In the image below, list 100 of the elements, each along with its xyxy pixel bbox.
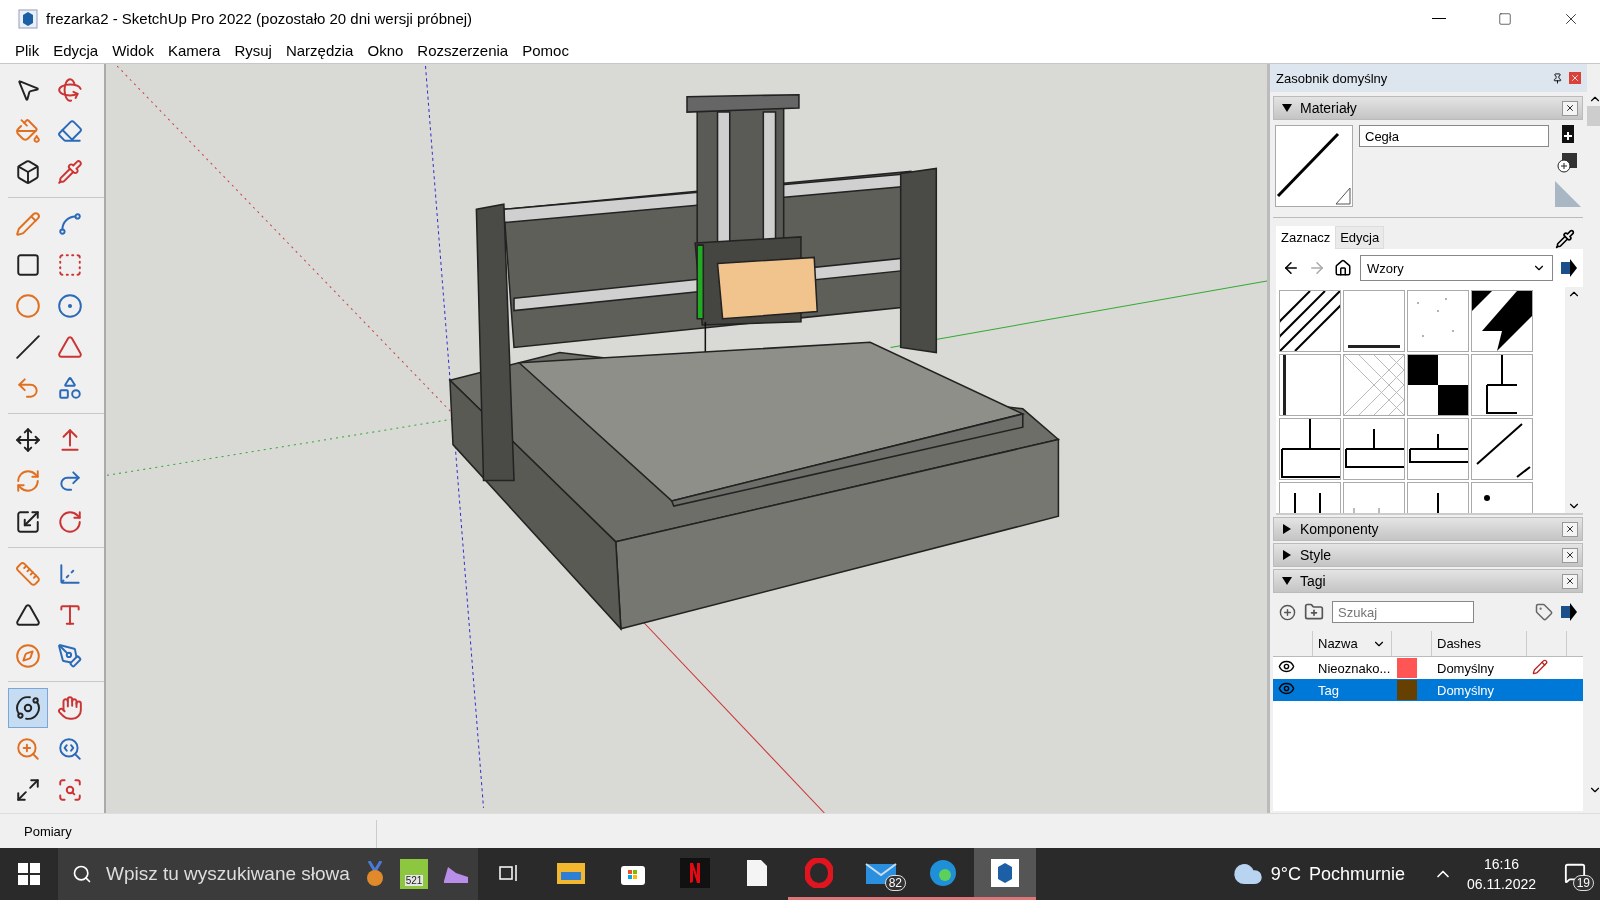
dashed-square-icon bbox=[57, 252, 83, 278]
sketchup-logo-icon bbox=[990, 857, 1020, 888]
close-button[interactable] bbox=[1562, 521, 1578, 537]
orbit-arrow-icon bbox=[57, 77, 83, 103]
expand-triangle-icon[interactable] bbox=[1282, 550, 1292, 560]
menu-item[interactable]: Plik bbox=[8, 41, 47, 59]
tag-color-swatch[interactable] bbox=[1397, 658, 1417, 678]
collapse-triangle-icon[interactable] bbox=[1282, 576, 1292, 586]
search-field[interactable]: Szukaj bbox=[1332, 601, 1474, 623]
triangle-icon bbox=[57, 334, 83, 360]
orbit-icon bbox=[15, 695, 41, 721]
close-icon bbox=[1565, 550, 1575, 560]
menu-item[interactable]: Edycja bbox=[46, 41, 106, 59]
tag-icon[interactable] bbox=[1535, 603, 1553, 621]
menu-item[interactable]: Okno bbox=[360, 41, 411, 59]
material-swatch[interactable] bbox=[1471, 290, 1533, 352]
panel-title: Komponenty bbox=[1300, 521, 1380, 537]
tag-color-swatch[interactable] bbox=[1397, 680, 1417, 700]
square-icon bbox=[15, 252, 41, 278]
taskbar-app-button[interactable] bbox=[974, 848, 1036, 900]
tab[interactable]: Edycja bbox=[1335, 226, 1385, 249]
bib-number: 521 bbox=[404, 875, 424, 886]
maximize-icon bbox=[1498, 11, 1512, 26]
eyedropper-icon[interactable] bbox=[1555, 229, 1575, 249]
shapes-icon bbox=[57, 375, 83, 401]
windows-logo-icon bbox=[18, 863, 40, 885]
weather-temperature: 9°C bbox=[1270, 863, 1301, 885]
details-arrow-icon[interactable] bbox=[1561, 259, 1577, 277]
tool-button[interactable] bbox=[8, 688, 48, 728]
material-swatch[interactable] bbox=[1471, 418, 1533, 480]
curve-icon bbox=[57, 211, 83, 237]
tray-title: Zasobnik domyślny bbox=[1276, 70, 1389, 86]
clock[interactable]: 16:16 06.11.2022 bbox=[1466, 856, 1536, 892]
pencil-icon bbox=[15, 211, 41, 237]
tag-dashes: Domyślny bbox=[1436, 682, 1496, 698]
material-swatch[interactable] bbox=[1407, 418, 1469, 480]
redo-arrow-icon bbox=[57, 468, 83, 494]
zoom-icon bbox=[15, 736, 41, 762]
eraser-icon bbox=[57, 118, 83, 144]
scale-icon bbox=[15, 509, 41, 535]
menu-item[interactable]: Pomoc bbox=[515, 41, 576, 59]
select-icon bbox=[15, 77, 41, 103]
column-header[interactable]: Dashes bbox=[1432, 631, 1527, 656]
scroll-thumb[interactable] bbox=[1587, 106, 1600, 126]
material-swatch[interactable] bbox=[1279, 354, 1341, 416]
material-swatch[interactable] bbox=[1407, 290, 1469, 352]
sketchup-logo-icon bbox=[18, 8, 38, 29]
home-icon[interactable] bbox=[1334, 259, 1352, 277]
move-icon bbox=[15, 427, 41, 453]
tag-name: Nieoznako... bbox=[1317, 660, 1392, 676]
close-button[interactable] bbox=[1562, 573, 1578, 589]
taskbar-search-field[interactable]: Wpisz tu wyszukiwane słowa 521 bbox=[58, 848, 478, 900]
scrollbar[interactable] bbox=[1565, 287, 1583, 513]
window-title: frezarka2 - SketchUp Pro 2022 (pozostało 20 dni wersji próbnej) bbox=[46, 10, 474, 27]
add-tag-icon[interactable] bbox=[1279, 603, 1296, 621]
close-button[interactable] bbox=[1562, 547, 1578, 563]
material-swatch[interactable] bbox=[1279, 418, 1341, 480]
library-dropdown[interactable]: Wzory bbox=[1360, 255, 1553, 281]
material-swatch[interactable] bbox=[1471, 354, 1533, 416]
tab[interactable]: Zaznacz bbox=[1276, 226, 1336, 249]
curved-arrow-icon bbox=[15, 375, 41, 401]
material-swatch[interactable] bbox=[1343, 418, 1405, 480]
create-material-icon[interactable] bbox=[1557, 151, 1579, 173]
taskbar-app-button[interactable]: 82 bbox=[850, 848, 912, 900]
document-icon bbox=[746, 858, 768, 887]
compass-icon bbox=[15, 643, 41, 669]
notification-count: 19 bbox=[1572, 875, 1594, 891]
material-add-icon[interactable] bbox=[1562, 125, 1574, 143]
tape-measure-icon bbox=[15, 561, 41, 587]
menu-item[interactable]: Widok bbox=[105, 41, 161, 59]
menu-item[interactable]: Kamera bbox=[160, 41, 228, 59]
sample-color-icon[interactable] bbox=[1555, 181, 1581, 207]
zoom-extents-icon bbox=[15, 777, 41, 803]
weather-text: Pochmurnie bbox=[1308, 863, 1405, 885]
eye-icon[interactable] bbox=[1278, 658, 1295, 675]
material-swatch[interactable] bbox=[1343, 290, 1405, 352]
close-button[interactable] bbox=[1562, 100, 1578, 116]
circle-dot-icon bbox=[57, 293, 83, 319]
close-icon bbox=[1565, 524, 1575, 534]
material-name-field[interactable]: Cegła bbox=[1359, 125, 1549, 147]
column-header[interactable]: Nazwa bbox=[1318, 636, 1358, 651]
details-arrow-icon[interactable] bbox=[1561, 603, 1577, 621]
material-swatch[interactable] bbox=[1343, 354, 1405, 416]
expand-triangle-icon[interactable] bbox=[1282, 524, 1292, 534]
close-icon bbox=[1565, 103, 1575, 113]
pin-icon[interactable] bbox=[1552, 72, 1563, 84]
notifications-button[interactable]: 19 bbox=[1550, 848, 1600, 900]
tag-name: Tag bbox=[1317, 682, 1340, 698]
tag-row[interactable]: Tag Domyślny bbox=[1273, 679, 1583, 701]
material-swatch[interactable] bbox=[1407, 354, 1469, 416]
menu-item[interactable]: Rysuj bbox=[227, 41, 279, 59]
add-folder-icon[interactable] bbox=[1304, 602, 1324, 622]
menu-item[interactable]: Rozszerzenia bbox=[410, 41, 516, 59]
material-swatch[interactable] bbox=[1279, 290, 1341, 352]
edge-logo-icon bbox=[928, 857, 958, 888]
rotate-arrow-icon bbox=[57, 509, 83, 535]
panel-title: Style bbox=[1300, 547, 1333, 563]
menu-item[interactable]: Narzędzia bbox=[278, 41, 361, 59]
collapse-triangle-icon[interactable] bbox=[1282, 103, 1292, 113]
text-icon bbox=[57, 602, 83, 628]
